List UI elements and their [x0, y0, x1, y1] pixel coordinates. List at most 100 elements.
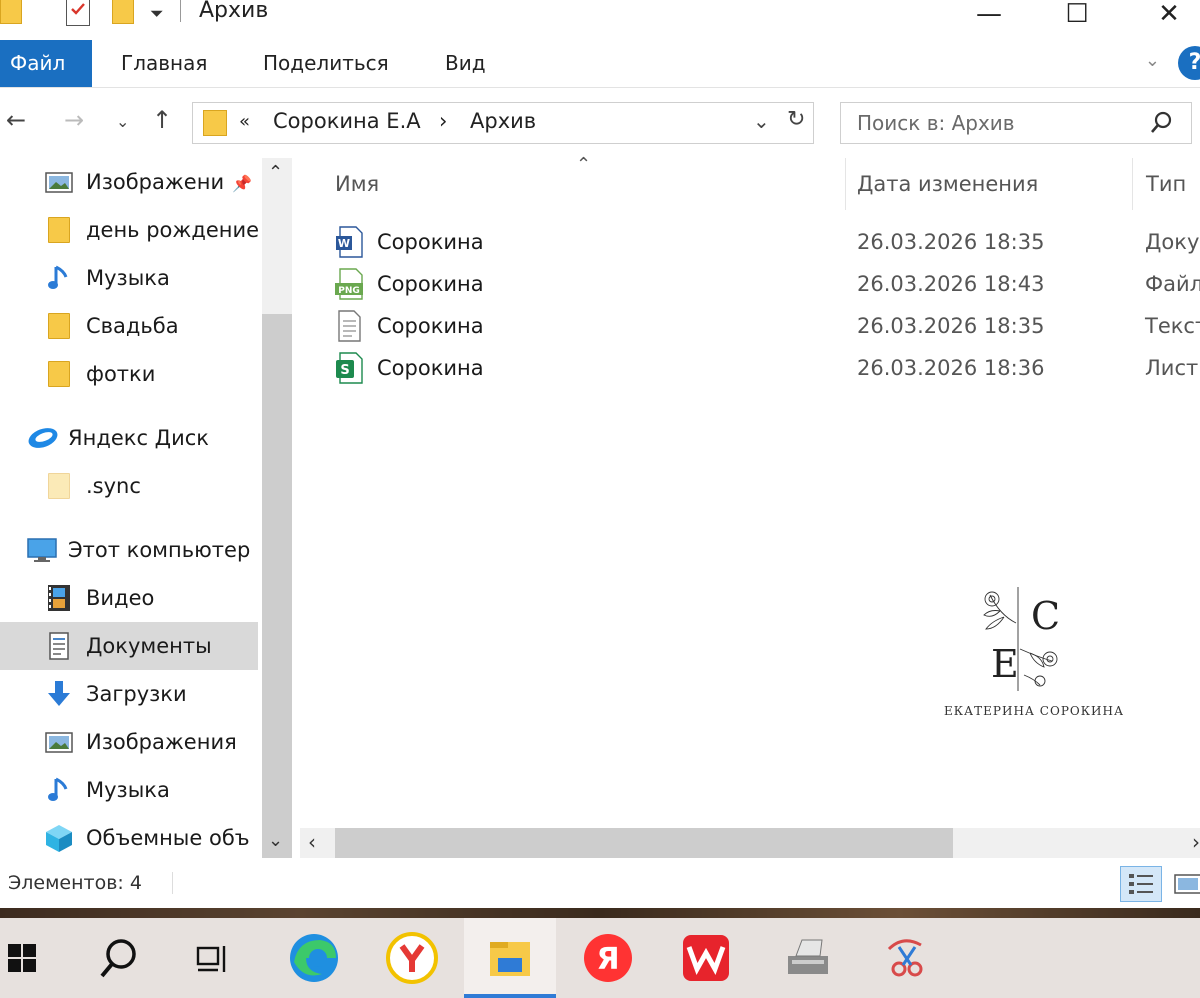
scrollbar-thumb[interactable]	[335, 828, 953, 858]
nav-item-label: Свадьба	[86, 314, 179, 338]
scroll-right-icon[interactable]: ›	[1192, 830, 1200, 854]
properties-icon[interactable]	[66, 0, 90, 26]
nav-item-this-pc[interactable]: Этот компьютер	[0, 526, 258, 574]
divider	[180, 0, 181, 22]
yandex-browser-icon[interactable]	[366, 918, 458, 998]
start-icon[interactable]	[0, 918, 44, 998]
snipping-tool-icon[interactable]	[860, 918, 952, 998]
nav-item-pictures[interactable]: Изображения	[0, 718, 258, 766]
column-header-date[interactable]: Дата изменения	[857, 172, 1038, 196]
minimize-button[interactable]: —	[966, 0, 1012, 34]
nav-item-documents[interactable]: Документы	[0, 622, 258, 670]
computer-icon	[26, 535, 57, 565]
music-icon	[44, 263, 74, 293]
column-header-type[interactable]: Тип	[1146, 172, 1186, 196]
nav-item-video[interactable]: Видео	[0, 574, 258, 622]
tab-share[interactable]: Поделиться	[263, 40, 389, 87]
nav-item-downloads[interactable]: Загрузки	[0, 670, 258, 718]
scroll-up-icon[interactable]: ⌃	[268, 162, 283, 183]
pictures-icon	[44, 167, 74, 197]
breadcrumb-item[interactable]: Архив	[470, 109, 536, 133]
breadcrumb-overflow[interactable]: «	[239, 111, 250, 132]
close-button[interactable]: ✕	[1146, 0, 1192, 34]
active-app-indicator	[464, 994, 556, 998]
file-name: Сорокина	[377, 230, 484, 254]
file-row[interactable]: Сорокина 26.03.2026 18:35 Текст	[330, 306, 1200, 346]
nav-item-music-2[interactable]: Музыка	[0, 766, 258, 814]
nav-item-yandex-disk[interactable]: Яндекс Диск	[0, 414, 258, 462]
new-folder-icon[interactable]	[112, 0, 134, 24]
nav-item-pictures-pinned[interactable]: Изображени	[0, 158, 258, 206]
wps-office-icon[interactable]	[660, 918, 752, 998]
scroll-down-icon[interactable]: ⌄	[268, 830, 283, 851]
refresh-icon[interactable]: ↻	[787, 107, 805, 132]
file-type: Текст	[1145, 314, 1200, 338]
file-row[interactable]: S Сорокина 26.03.2026 18:36 Лист	[330, 348, 1200, 388]
folder-pale-icon	[44, 471, 74, 501]
sort-ascending-icon: ⌃	[576, 154, 592, 175]
video-icon	[44, 583, 74, 613]
file-name: Сорокина	[377, 314, 484, 338]
tab-home[interactable]: Главная	[121, 40, 207, 87]
search-icon[interactable]	[72, 918, 164, 998]
task-view-icon[interactable]	[166, 918, 258, 998]
pin-icon[interactable]: 📌	[232, 174, 252, 193]
file-explorer-icon[interactable]	[464, 918, 556, 998]
address-bar[interactable]: « Сорокина Е.А › Архив ⌄ ↻	[192, 102, 814, 144]
column-header-name[interactable]: Имя	[335, 172, 379, 196]
file-name: Сорокина	[377, 356, 484, 380]
search-input[interactable]	[857, 111, 1137, 135]
tab-view[interactable]: Вид	[445, 40, 486, 87]
back-arrow-icon[interactable]: ←	[6, 106, 26, 134]
nav-item-sync[interactable]: .sync	[0, 462, 258, 510]
nav-item-3d-objects[interactable]: Объемные объ	[0, 814, 258, 862]
nav-item-label: Объемные объ	[86, 826, 250, 850]
file-type: Лист	[1145, 356, 1199, 380]
status-bar: Элементов: 4	[0, 858, 1200, 908]
forward-arrow-icon[interactable]: →	[64, 106, 84, 134]
maximize-button[interactable]: ☐	[1054, 0, 1100, 34]
breadcrumb-item[interactable]: Сорокина Е.А	[273, 109, 421, 133]
column-divider[interactable]	[1132, 158, 1133, 210]
nav-scrollbar[interactable]: ⌃ ⌄	[262, 158, 292, 870]
breadcrumb-separator-icon[interactable]: ›	[439, 109, 447, 133]
search-icon[interactable]	[1149, 109, 1175, 137]
yandex-icon[interactable]: Я	[562, 918, 654, 998]
customize-quick-access-icon[interactable]: ⏷	[150, 4, 164, 24]
nav-item-birthday[interactable]: день рождение	[0, 206, 258, 254]
logo-initial-e: E	[991, 642, 1019, 686]
nav-item-label: Изображени	[86, 170, 225, 194]
nav-item-photos[interactable]: фотки	[0, 350, 258, 398]
horizontal-scrollbar[interactable]: ‹ ›	[300, 828, 1200, 858]
scrollbar-thumb[interactable]	[262, 314, 292, 870]
file-row[interactable]: PNG Сорокина 26.03.2026 18:43 Файл	[330, 264, 1200, 304]
large-icons-view-button[interactable]	[1166, 866, 1200, 902]
tab-file[interactable]: Файл	[0, 40, 92, 87]
recent-locations-icon[interactable]: ⌄	[116, 112, 129, 131]
details-view-button[interactable]	[1120, 866, 1162, 902]
column-divider[interactable]	[845, 158, 846, 210]
folder-icon	[0, 0, 22, 24]
nav-item-label: .sync	[86, 474, 141, 498]
expand-ribbon-icon[interactable]: ⌄	[1145, 50, 1160, 71]
nav-item-music[interactable]: Музыка	[0, 254, 258, 302]
downloads-icon	[44, 679, 74, 709]
svg-text:W: W	[338, 237, 350, 250]
nav-item-label: день рождение	[86, 218, 258, 242]
edge-icon[interactable]	[268, 918, 360, 998]
help-icon[interactable]: ?	[1178, 46, 1200, 80]
desktop-wallpaper	[0, 908, 1200, 918]
logo-caption: ЕКАТЕРИНА СОРОКИНА	[944, 704, 1125, 718]
file-name: Сорокина	[377, 272, 484, 296]
scroll-left-icon[interactable]: ‹	[308, 830, 316, 854]
file-row[interactable]: W Сорокина 26.03.2026 18:35 Доку	[330, 222, 1200, 262]
search-box[interactable]	[840, 102, 1192, 144]
up-arrow-icon[interactable]: ↑	[152, 106, 172, 134]
scanner-icon[interactable]	[762, 918, 854, 998]
folder-icon	[44, 215, 74, 245]
nav-item-label: Документы	[86, 634, 212, 658]
spreadsheet-icon: S	[336, 352, 363, 384]
text-file-icon	[338, 310, 361, 342]
address-dropdown-icon[interactable]: ⌄	[753, 109, 770, 133]
nav-item-wedding[interactable]: Свадьба	[0, 302, 258, 350]
